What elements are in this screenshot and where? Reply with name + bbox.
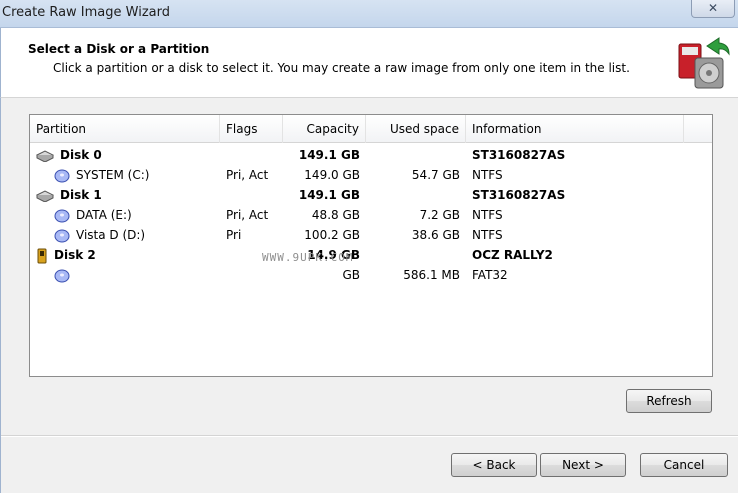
partition-icon: [54, 229, 70, 242]
row-partition: Vista D (D:): [76, 228, 146, 242]
row-used: 7.2 GB: [419, 208, 460, 222]
row-flags: [226, 265, 286, 285]
back-button[interactable]: < Back: [451, 453, 537, 477]
row-used: 38.6 GB: [411, 228, 460, 242]
row-flags: Pri, Act: [226, 208, 269, 222]
row-partition: DATA (E:): [76, 208, 132, 222]
next-button[interactable]: Next >: [540, 453, 626, 477]
footer-separator: [1, 435, 738, 437]
row-capacity: 149.0 GB: [304, 168, 360, 182]
row-capacity: 149.1 GB: [298, 188, 360, 202]
window-title: Create Raw Image Wizard: [2, 5, 170, 20]
row-capacity: 149.1 GB: [298, 148, 360, 162]
list-item-fat32-partition[interactable]: GB 586.1 MB FAT32: [30, 265, 712, 285]
column-capacity[interactable]: Capacity: [283, 115, 366, 143]
row-info: NTFS: [472, 228, 503, 242]
column-used-space[interactable]: Used space: [366, 115, 466, 143]
cancel-button[interactable]: Cancel: [640, 453, 728, 477]
column-partition[interactable]: Partition: [30, 115, 220, 143]
column-flags[interactable]: Flags: [220, 115, 283, 143]
row-flags: [226, 185, 286, 205]
list-item-vista-d[interactable]: Vista D (D:) Pri 100.2 GB 38.6 GB NTFS: [30, 225, 712, 245]
row-info: NTFS: [472, 208, 503, 222]
row-capacity: 100.2 GB: [304, 228, 360, 242]
row-used: 54.7 GB: [411, 168, 460, 182]
row-flags: Pri, Act: [226, 168, 269, 182]
partition-icon: [54, 209, 70, 222]
page-subtitle: Click a partition or a disk to select it…: [53, 61, 630, 75]
row-info: NTFS: [472, 168, 503, 182]
row-used: [366, 145, 460, 165]
row-partition: Disk 1: [60, 188, 102, 202]
row-info: ST3160827AS: [472, 188, 566, 202]
page-title: Select a Disk or a Partition: [28, 42, 210, 56]
row-info: FAT32: [472, 268, 508, 282]
list-item-disk-0[interactable]: Disk 0 149.1 GB ST3160827AS: [30, 145, 712, 165]
column-information[interactable]: Information: [466, 115, 684, 143]
row-partition: Disk 2: [54, 248, 96, 262]
title-bar: Create Raw Image Wizard ✕: [0, 0, 738, 28]
hard-disk-icon: [36, 149, 54, 162]
disk-list[interactable]: Partition Flags Capacity Used space Info…: [29, 114, 713, 377]
row-flags: Pri: [226, 228, 242, 242]
column-filler: [684, 115, 712, 143]
list-item-system-c[interactable]: SYSTEM (C:) Pri, Act 149.0 GB 54.7 GB NT…: [30, 165, 712, 185]
wizard-body: Partition Flags Capacity Used space Info…: [0, 98, 738, 493]
row-info: OCZ RALLY2: [472, 248, 553, 262]
partition-icon: [54, 169, 70, 182]
watermark-text: WWW.9UPK.COM: [262, 251, 354, 264]
partition-icon: [54, 269, 70, 282]
list-item-disk-2[interactable]: Disk 2 14.9 GB OCZ RALLY2: [30, 245, 712, 265]
close-button[interactable]: ✕: [691, 0, 735, 18]
row-flags: [226, 145, 286, 165]
refresh-button[interactable]: Refresh: [626, 389, 712, 413]
row-partition: Disk 0: [60, 148, 102, 162]
disk-image-wizard-icon: [678, 37, 730, 89]
wizard-header: Select a Disk or a Partition Click a par…: [0, 28, 738, 98]
usb-drive-icon: [37, 248, 47, 263]
row-used: [366, 185, 460, 205]
list-item-disk-1[interactable]: Disk 1 149.1 GB ST3160827AS: [30, 185, 712, 205]
hard-disk-icon: [36, 189, 54, 202]
list-item-data-e[interactable]: DATA (E:) Pri, Act 48.8 GB 7.2 GB NTFS: [30, 205, 712, 225]
row-info: ST3160827AS: [472, 148, 566, 162]
row-capacity: 48.8 GB: [311, 208, 360, 222]
row-partition: SYSTEM (C:): [76, 168, 150, 182]
list-header: Partition Flags Capacity Used space Info…: [30, 115, 712, 143]
row-capacity: GB: [342, 268, 360, 282]
row-used: [366, 245, 460, 265]
row-used: 586.1 MB: [403, 268, 460, 282]
